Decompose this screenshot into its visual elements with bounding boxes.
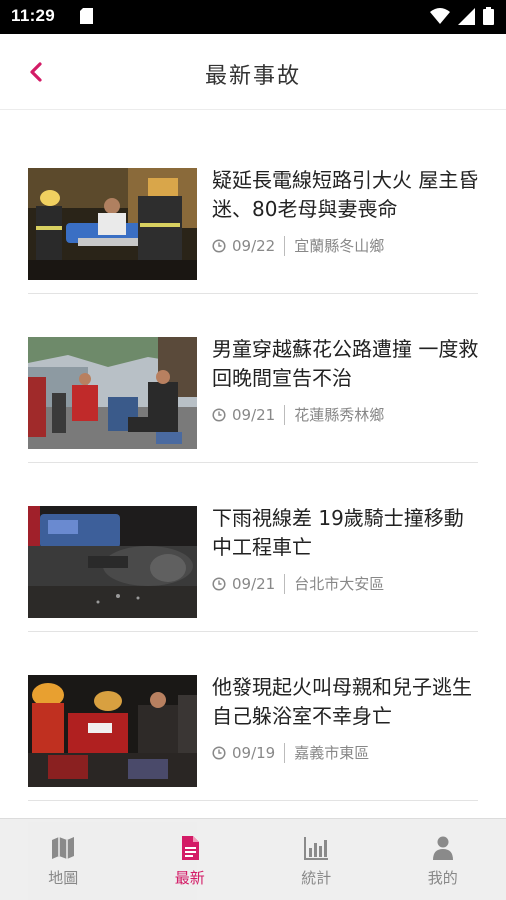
tab-map[interactable]: 地圖 bbox=[0, 819, 127, 900]
news-thumbnail bbox=[28, 168, 197, 280]
divider bbox=[284, 235, 286, 256]
clock-icon bbox=[212, 238, 226, 253]
news-date: 09/19 bbox=[232, 743, 276, 762]
news-location: 嘉義市東區 bbox=[294, 744, 370, 762]
news-title: 男童穿越蘇花公路遭撞 一度救回晚間宣告不治 bbox=[212, 337, 479, 390]
tab-label: 最新 bbox=[174, 869, 205, 887]
news-date: 09/21 bbox=[232, 574, 276, 593]
page-title: 最新事故 bbox=[204, 64, 301, 89]
sd-card-icon bbox=[80, 8, 93, 28]
news-meta: 09/22 宜蘭縣冬山鄉 bbox=[212, 235, 384, 256]
bar-chart-icon bbox=[303, 835, 329, 861]
news-title: 下雨視線差 19歲騎士撞移動中工程車亡 bbox=[212, 506, 464, 559]
cell-signal-icon bbox=[458, 7, 475, 29]
news-date: 09/21 bbox=[232, 405, 276, 424]
news-meta: 09/21 台北市大安區 bbox=[212, 573, 384, 594]
news-date: 09/22 bbox=[232, 236, 276, 255]
news-thumbnail bbox=[28, 337, 197, 449]
user-icon bbox=[430, 835, 456, 861]
news-thumbnail bbox=[28, 506, 197, 618]
news-thumbnail bbox=[28, 675, 197, 787]
bottom-nav: 地圖 最新 統計 我的 bbox=[0, 818, 506, 900]
news-item[interactable]: 男童穿越蘇花公路遭撞 一度救回晚間宣告不治 09/21 花蓮縣秀林鄉 bbox=[28, 294, 478, 463]
news-location: 台北市大安區 bbox=[294, 575, 385, 593]
news-meta: 09/21 花蓮縣秀林鄉 bbox=[212, 404, 384, 425]
tab-stats[interactable]: 統計 bbox=[253, 819, 380, 900]
news-meta: 09/19 嘉義市東區 bbox=[212, 742, 369, 763]
tab-profile[interactable]: 我的 bbox=[380, 819, 506, 900]
news-location: 宜蘭縣冬山鄉 bbox=[294, 237, 385, 255]
status-time: 11:29 bbox=[11, 6, 56, 25]
tab-label: 地圖 bbox=[48, 869, 79, 887]
news-item[interactable]: 下雨視線差 19歲騎士撞移動中工程車亡 09/21 台北市大安區 bbox=[28, 463, 478, 632]
battery-icon bbox=[483, 7, 494, 29]
news-item[interactable]: 疑延長電線短路引大火 屋主昏迷、80老母與妻喪命 09/22 宜蘭縣冬山鄉 bbox=[28, 125, 478, 294]
clock-icon bbox=[212, 745, 226, 760]
divider bbox=[284, 573, 286, 594]
wifi-icon bbox=[430, 8, 450, 28]
tab-label: 我的 bbox=[427, 869, 458, 887]
status-icons bbox=[430, 7, 494, 29]
news-location: 花蓮縣秀林鄉 bbox=[294, 406, 385, 424]
status-bar: 11:29 bbox=[0, 0, 506, 34]
news-list[interactable]: 疑延長電線短路引大火 屋主昏迷、80老母與妻喪命 09/22 宜蘭縣冬山鄉 男童… bbox=[0, 110, 506, 818]
map-icon bbox=[50, 835, 76, 861]
divider bbox=[284, 404, 286, 425]
clock-icon bbox=[212, 407, 226, 422]
tab-label: 統計 bbox=[301, 869, 332, 887]
document-icon bbox=[177, 835, 203, 861]
divider bbox=[284, 742, 286, 763]
app-header: 最新事故 bbox=[0, 34, 506, 110]
clock-icon bbox=[212, 576, 226, 591]
news-item[interactable]: 他發現起火叫母親和兒子逃生 自己躲浴室不幸身亡 09/19 嘉義市東區 bbox=[28, 632, 478, 801]
news-title: 疑延長電線短路引大火 屋主昏迷、80老母與妻喪命 bbox=[212, 168, 479, 221]
news-title: 他發現起火叫母親和兒子逃生 自己躲浴室不幸身亡 bbox=[212, 675, 472, 728]
tab-latest[interactable]: 最新 bbox=[127, 819, 254, 900]
